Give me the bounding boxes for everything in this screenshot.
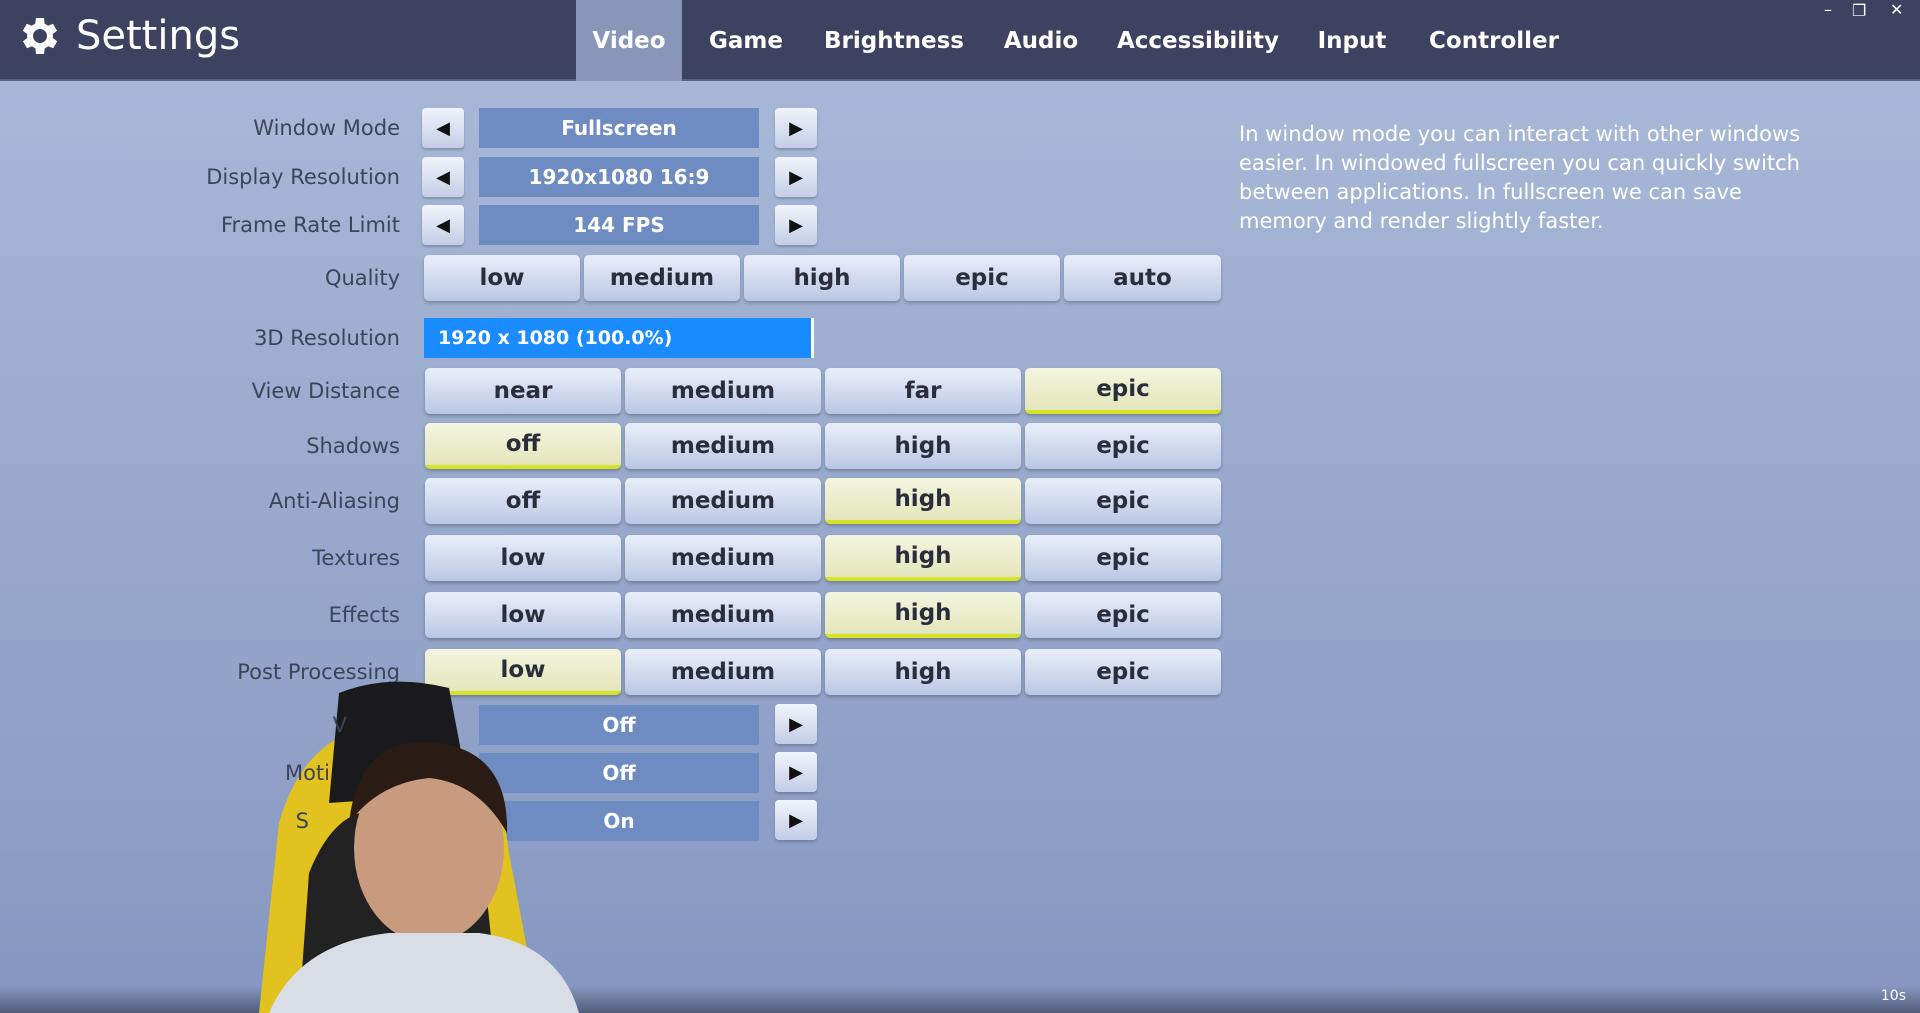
effects-low-button[interactable]: low [425,592,621,638]
anti-aliasing-medium-button[interactable]: medium [625,478,821,524]
textures-high-button[interactable]: high [825,535,1021,581]
display-resolution-label: Display Resolution [206,165,400,189]
display-resolution-prev-button[interactable]: ◀ [422,157,464,197]
view-distance-far-button[interactable]: far [825,368,1021,414]
tab-input[interactable]: Input [1310,0,1394,81]
right-arrow-icon: ▶ [789,761,803,783]
toggle1-next-button[interactable]: ▶ [775,704,817,744]
window-mode-label: Window Mode [253,116,400,140]
left-arrow-icon: ◀ [436,117,450,139]
shadows-label: Shadows [306,434,400,458]
post-processing-high-button[interactable]: high [825,649,1021,695]
quality-label: Quality [324,266,400,290]
tab-video[interactable]: Video [576,0,682,81]
3d-resolution-label: 3D Resolution [254,326,400,350]
right-arrow-icon: ▶ [789,117,803,139]
gear-icon [22,18,58,54]
post-processing-medium-button[interactable]: medium [625,649,821,695]
minimize-button[interactable]: – [1824,0,1832,19]
quality-medium-button[interactable]: medium [584,255,740,301]
shadows-medium-button[interactable]: medium [625,423,821,469]
tab-audio[interactable]: Audio [996,0,1086,81]
tab-game[interactable]: Game [700,0,792,81]
effects-medium-button[interactable]: medium [625,592,821,638]
3d-resolution-slider[interactable]: 1920 x 1080 (100.0%) [424,318,814,358]
view-distance-epic-button[interactable]: epic [1025,368,1221,414]
quality-auto-button[interactable]: auto [1064,255,1221,301]
anti-aliasing-epic-button[interactable]: epic [1025,478,1221,524]
left-arrow-icon: ◀ [436,166,450,188]
toggle3-next-button[interactable]: ▶ [775,800,817,840]
webcam-overlay [259,681,579,1013]
frame-rate-value: 144 FPS [479,205,759,245]
settings-title: Settings [16,12,240,60]
quality-high-button[interactable]: high [744,255,900,301]
quality-low-button[interactable]: low [424,255,580,301]
frame-rate-next-button[interactable]: ▶ [775,205,817,245]
frame-rate-label: Frame Rate Limit [221,213,400,237]
right-arrow-icon: ▶ [789,713,803,735]
toggle1-label: V [332,713,347,737]
quality-epic-button[interactable]: epic [904,255,1060,301]
view-distance-medium-button[interactable]: medium [625,368,821,414]
left-arrow-icon: ◀ [436,214,450,236]
textures-medium-button[interactable]: medium [625,535,821,581]
window-mode-next-button[interactable]: ▶ [775,108,817,148]
frame-rate-prev-button[interactable]: ◀ [422,205,464,245]
anti-aliasing-off-button[interactable]: off [425,478,621,524]
anti-aliasing-high-button[interactable]: high [825,478,1021,524]
right-arrow-icon: ▶ [789,166,803,188]
tab-accessibility[interactable]: Accessibility [1114,0,1282,81]
effects-epic-button[interactable]: epic [1025,592,1221,638]
textures-label: Textures [312,546,400,570]
textures-epic-button[interactable]: epic [1025,535,1221,581]
display-resolution-next-button[interactable]: ▶ [775,157,817,197]
right-arrow-icon: ▶ [789,809,803,831]
shadows-epic-button[interactable]: epic [1025,423,1221,469]
textures-low-button[interactable]: low [425,535,621,581]
display-resolution-value: 1920x1080 16:9 [479,157,759,197]
effects-label: Effects [328,603,400,627]
view-distance-near-button[interactable]: near [425,368,621,414]
toggle3-label: S [295,809,309,833]
tab-brightness[interactable]: Brightness [820,0,968,81]
post-processing-epic-button[interactable]: epic [1025,649,1221,695]
shadows-high-button[interactable]: high [825,423,1021,469]
timer: 10s [1880,988,1906,1004]
toggle2-label: Moti [284,761,330,785]
restore-button[interactable]: ❐ [1852,1,1866,20]
shadows-off-button[interactable]: off [425,423,621,469]
tab-controller[interactable]: Controller [1422,0,1566,81]
header: Settings Video Game Brightness Audio Acc… [0,0,1920,81]
close-button[interactable]: ✕ [1890,0,1903,19]
title-text: Settings [76,13,241,59]
view-distance-label: View Distance [251,379,400,403]
anti-aliasing-label: Anti-Aliasing [268,489,400,513]
toggle2-next-button[interactable]: ▶ [775,752,817,792]
effects-high-button[interactable]: high [825,592,1021,638]
right-arrow-icon: ▶ [789,214,803,236]
window-mode-prev-button[interactable]: ◀ [422,108,464,148]
window-mode-value: Fullscreen [479,108,759,148]
setting-description: In window mode you can interact with oth… [1239,122,1801,233]
